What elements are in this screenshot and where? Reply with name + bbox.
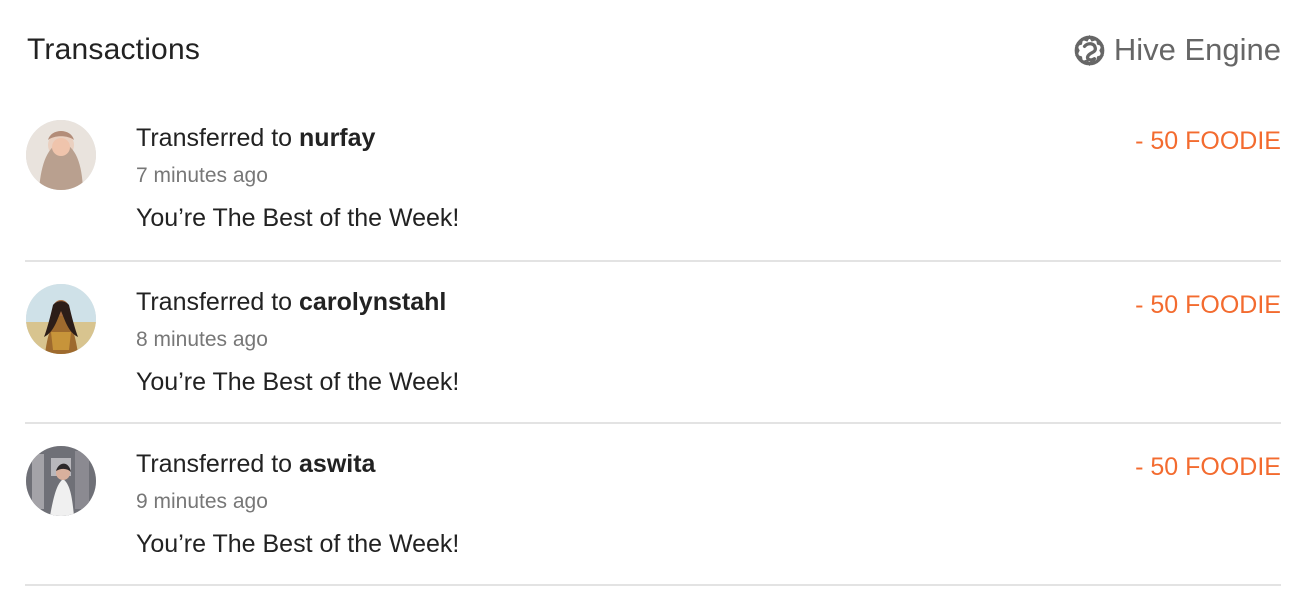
hive-engine-label: Hive Engine <box>1113 32 1281 67</box>
transaction-row: Transferred to nurfay 7 minutes ago You’… <box>25 98 1281 262</box>
transaction-amount: - 50 FOODIE <box>1135 127 1281 155</box>
user-avatar[interactable] <box>26 120 96 190</box>
hive-engine-icon <box>1073 34 1106 67</box>
user-avatar[interactable] <box>26 284 96 354</box>
transfer-action: Transferred to <box>136 124 300 152</box>
transaction-details: Transferred to carolynstahl 8 minutes ag… <box>136 286 1031 398</box>
transaction-memo: You’re The Best of the Week! <box>136 368 460 396</box>
transaction-row: Transferred to aswita 9 minutes ago You’… <box>25 424 1281 586</box>
transaction-details: Transferred to aswita 9 minutes ago You’… <box>136 448 1031 560</box>
transfer-action: Transferred to <box>136 450 300 478</box>
transaction-memo: You’re The Best of the Week! <box>136 530 460 558</box>
transfer-description: Transferred to aswita <box>136 448 1031 480</box>
user-avatar[interactable] <box>26 446 96 516</box>
transaction-row: Transferred to carolynstahl 8 minutes ag… <box>25 262 1281 424</box>
transaction-time: 7 minutes ago <box>136 164 268 187</box>
recipient-name[interactable]: carolynstahl <box>299 288 446 316</box>
hive-engine-source[interactable]: Hive Engine <box>1073 32 1281 68</box>
transaction-details: Transferred to nurfay 7 minutes ago You’… <box>136 122 1031 234</box>
transaction-time: 9 minutes ago <box>136 490 268 513</box>
transfer-description: Transferred to carolynstahl <box>136 286 1031 318</box>
recipient-name[interactable]: aswita <box>299 450 375 478</box>
transfer-description: Transferred to nurfay <box>136 122 1031 154</box>
transaction-amount: - 50 FOODIE <box>1135 453 1281 481</box>
recipient-name[interactable]: nurfay <box>299 124 375 152</box>
transaction-amount: - 50 FOODIE <box>1135 291 1281 319</box>
page-title: Transactions <box>27 33 201 66</box>
transaction-list: Transferred to nurfay 7 minutes ago You’… <box>25 98 1281 586</box>
transactions-header: Transactions Hive Engine <box>27 28 1281 72</box>
transaction-memo: You’re The Best of the Week! <box>136 204 460 232</box>
transfer-action: Transferred to <box>136 288 300 316</box>
transaction-time: 8 minutes ago <box>136 328 268 351</box>
